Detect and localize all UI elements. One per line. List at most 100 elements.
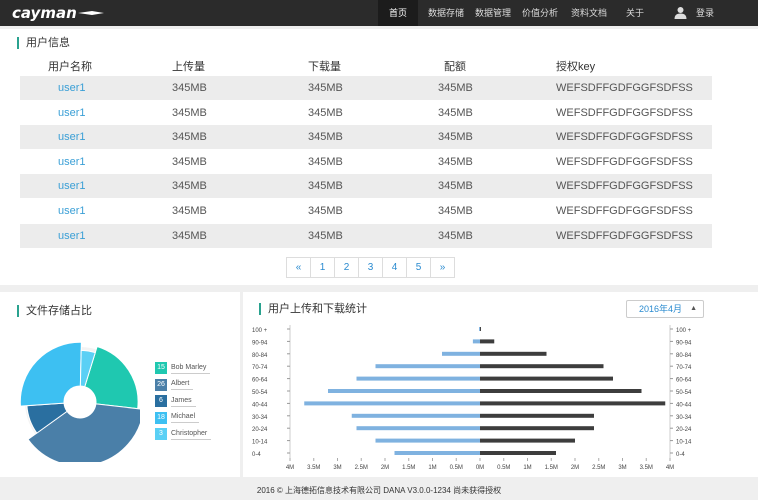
cell-username[interactable]: user1 [58,131,86,143]
nav-docs[interactable]: 资料文档 [567,0,611,26]
month-select[interactable]: 2016年4月 ▲ [626,300,704,318]
legend-value: 3 [155,428,167,440]
cell-username[interactable]: user1 [58,82,86,94]
col-header-download: 下载量 [308,61,341,73]
legend-item[interactable]: 15 Bob Marley [155,362,211,374]
bar-upload [442,351,480,356]
bar-download [480,364,604,369]
cell-username[interactable]: user1 [58,156,86,168]
bar-download [480,339,495,344]
cell-quota: 345MB [438,82,473,94]
y-tick-label-left: 40-44 [252,402,268,408]
cell-download: 345MB [308,180,343,193]
y-tick-label-left: 0-4 [252,452,261,458]
month-select-value: 2016年4月 [639,304,683,314]
col-header-auth-key: 授权key [556,61,596,73]
cell-auth-key: WEFSDFFGDFGGFSDFSS [556,180,693,193]
x-tick-label: 2.5M [592,465,605,471]
table-row[interactable]: user1 345MB 345MB 345MB WEFSDFFGDFGGFSDFSS [20,199,712,223]
cell-upload: 345MB [172,106,207,119]
nav-data-management[interactable]: 数据管理 [472,0,514,26]
donut-hole [64,386,96,418]
table-row[interactable]: user1 345MB 345MB 345MB WEFSDFFGDFGGFSDFSS [20,101,712,125]
cayman-logo[interactable]: cayman [12,4,104,22]
x-tick-label: 3.5M [307,465,320,471]
y-tick-label-left: 20-24 [252,427,268,433]
table-row[interactable]: user1 345MB 345MB 345MB WEFSDFFGDFGGFSDFSS [20,125,712,150]
bar-upload [351,413,480,418]
table-row[interactable]: user1 345MB 345MB 345MB WEFSDFFGDFGGFSDFSS [20,150,712,174]
nav-data-storage[interactable]: 数据存储 [424,0,468,26]
legend-item[interactable]: 6 James [155,395,196,407]
cell-download: 345MB [308,229,343,242]
cell-auth-key: WEFSDFFGDFGGFSDFSS [556,82,693,94]
legend-item[interactable]: 3 Christopher [155,428,212,440]
page-4[interactable]: 4 [382,257,407,278]
bar-upload [479,327,480,331]
nav-about[interactable]: 关于 [620,0,650,26]
cell-username[interactable]: user1 [58,107,86,119]
x-tick-label: 0.5M [450,465,463,471]
bar-download [480,351,547,356]
bar-upload [375,438,480,443]
page-2[interactable]: 2 [334,257,359,278]
bar-download [480,376,613,381]
legend-label: James [171,396,196,407]
legend-item[interactable]: 18 Michael [155,411,200,424]
table-row[interactable]: user1 345MB 345MB 345MB WEFSDFFGDFGGFSDFSS [20,76,712,100]
cell-upload: 345MB [172,229,207,242]
legend-item[interactable]: 26 Albert [155,378,194,391]
cell-username[interactable]: user1 [58,180,86,192]
cell-username[interactable]: user1 [58,205,86,217]
x-tick-label: 1.5M [545,465,558,471]
cell-username[interactable]: user1 [58,230,86,242]
cell-quota: 345MB [438,106,473,119]
panel-title-storage: 文件存储占比 [17,305,92,317]
x-tick-label: 1.5M [402,465,415,471]
bar-download [480,451,556,455]
x-tick-label: 2M [381,465,389,471]
bar-upload [394,451,480,455]
table-row[interactable]: user1 345MB 345MB 345MB WEFSDFFGDFGGFSDFSS [20,223,712,248]
cell-quota: 345MB [438,180,473,193]
legend-label: Bob Marley [171,363,211,374]
footer-copyright: 2016 © 上海德拓信息技术有限公司 DANA V3.0.0-1234 尚未获… [256,486,502,495]
page-next[interactable]: » [430,257,455,278]
page-prev[interactable]: « [286,257,311,278]
y-tick-label-right: 60-64 [676,378,692,384]
nav-value-analysis[interactable]: 价值分析 [519,0,561,26]
x-tick-label: 4M [666,465,674,471]
cell-upload: 345MB [172,155,207,168]
cell-auth-key: WEFSDFFGDFGGFSDFSS [556,229,693,242]
col-header-upload: 上传量 [172,61,205,73]
caret-updown-icon: ▲ [690,305,697,312]
page-5[interactable]: 5 [406,257,431,278]
panel-title-traffic: 用户上传和下载统计 [259,303,367,315]
bar-download [480,426,594,431]
nav-home[interactable]: 首页 [378,0,418,26]
cell-quota: 345MB [438,229,473,242]
page-3[interactable]: 3 [358,257,383,278]
bar-upload [328,389,480,393]
bar-download [480,401,666,406]
top-navbar: cayman 首页 数据存储 数据管理 价值分析 资料文档 关于 登录 [0,0,758,26]
user-icon[interactable] [674,6,687,19]
y-tick-label-right: 100 + [676,328,692,334]
bar-download [480,413,594,418]
y-tick-label-right: 90-94 [676,340,692,346]
table-row[interactable]: user1 345MB 345MB 345MB WEFSDFFGDFGGFSDFSS [20,174,712,199]
bar-download [480,438,575,443]
y-tick-label-left: 60-64 [252,378,268,384]
cell-upload: 345MB [172,180,207,193]
bar-upload [472,339,480,344]
y-tick-label-left: 90-94 [252,340,268,346]
legend-value: 26 [155,378,167,391]
cell-upload: 345MB [172,82,207,94]
y-tick-label-left: 70-74 [252,365,268,371]
page-1[interactable]: 1 [310,257,335,278]
x-tick-label: 0.5M [497,465,510,471]
legend-label: Christopher [171,429,212,440]
login-link[interactable]: 登录 [692,0,718,26]
y-tick-label-right: 20-24 [676,427,692,433]
cell-upload: 345MB [172,205,207,217]
